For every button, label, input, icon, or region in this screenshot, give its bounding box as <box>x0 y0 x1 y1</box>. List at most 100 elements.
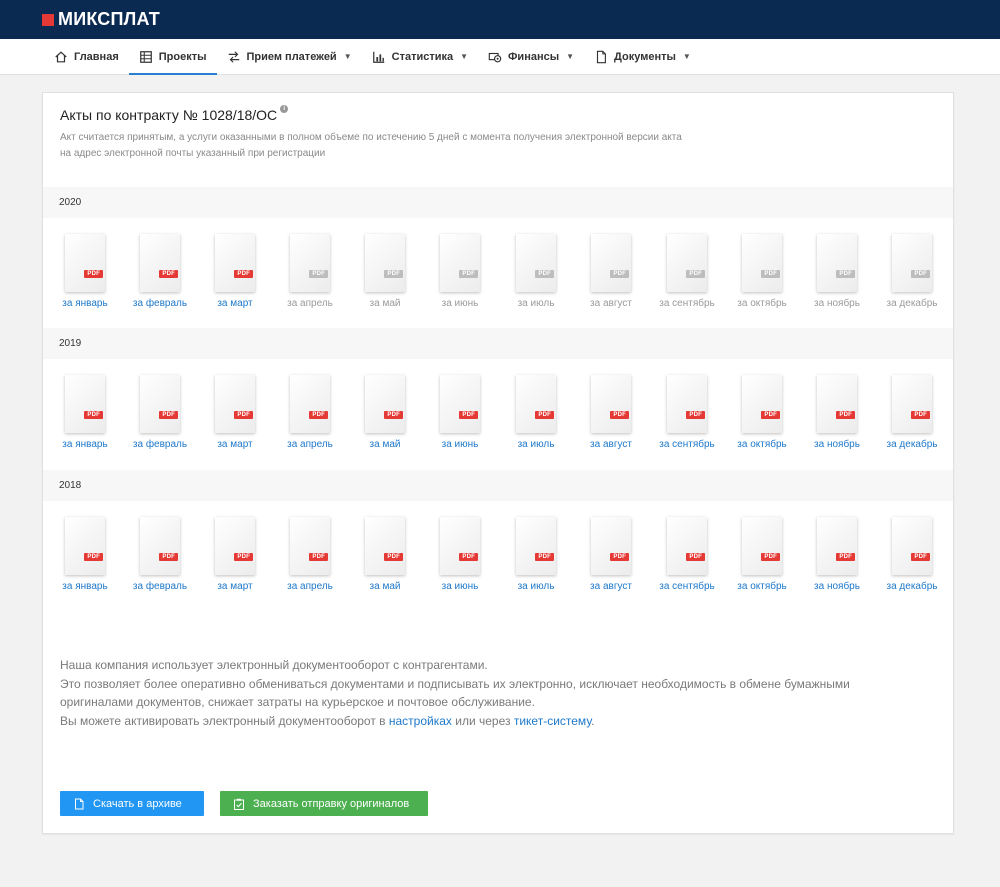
pdf-document-icon[interactable]: PDF <box>817 375 857 433</box>
pdf-document-icon[interactable]: PDF <box>742 375 782 433</box>
act-item[interactable]: PDF за октябрь <box>727 501 797 592</box>
act-item[interactable]: PDF за май <box>350 501 420 592</box>
act-link[interactable]: за январь <box>62 581 107 592</box>
pdf-document-icon[interactable]: PDF <box>65 517 105 575</box>
nav-item-home[interactable]: Главная <box>44 39 129 74</box>
act-link[interactable]: за май <box>370 439 401 450</box>
pdf-document-icon[interactable]: PDF <box>892 375 932 433</box>
act-link[interactable]: за октябрь <box>737 439 786 450</box>
act-link[interactable]: за ноябрь <box>814 439 860 450</box>
act-link[interactable]: за февраль <box>133 581 187 592</box>
act-link[interactable]: за февраль <box>133 298 187 309</box>
act-item[interactable]: PDF за октябрь <box>727 359 797 450</box>
pdf-document-icon[interactable]: PDF <box>140 234 180 292</box>
nav-item-payments[interactable]: Прием платежей ▼ <box>217 39 362 74</box>
logo[interactable]: МИКСПЛАТ <box>42 9 160 30</box>
pdf-document-icon[interactable]: PDF <box>591 517 631 575</box>
act-item[interactable]: PDF за январь <box>50 218 120 309</box>
act-item[interactable]: PDF за ноябрь <box>802 501 872 592</box>
pdf-document-icon[interactable]: PDF <box>440 517 480 575</box>
act-item[interactable]: PDF за ноябрь <box>802 359 872 450</box>
pdf-document-icon[interactable]: PDF <box>667 375 707 433</box>
pdf-document-icon[interactable]: PDF <box>65 375 105 433</box>
act-item[interactable]: PDF за январь <box>50 501 120 592</box>
act-link[interactable]: за сентябрь <box>659 581 715 592</box>
act-item[interactable]: PDF за декабрь <box>877 501 947 592</box>
nav-item-projects[interactable]: Проекты <box>128 39 217 75</box>
act-item[interactable]: PDF за июнь <box>425 501 495 592</box>
act-label: за октябрь <box>737 298 787 309</box>
pdf-badge: PDF <box>610 270 629 278</box>
act-item[interactable]: PDF за июль <box>501 359 571 450</box>
pdf-document-icon[interactable]: PDF <box>140 517 180 575</box>
pdf-document-icon[interactable]: PDF <box>591 375 631 433</box>
pdf-document-icon[interactable]: PDF <box>516 517 556 575</box>
act-link[interactable]: за май <box>370 581 401 592</box>
act-item[interactable]: PDF за апрель <box>275 359 345 450</box>
act-link[interactable]: за сентябрь <box>659 439 715 450</box>
act-item[interactable]: PDF за май <box>350 359 420 450</box>
info-icon[interactable]: i <box>280 105 289 113</box>
settings-link[interactable]: настройках <box>389 714 452 728</box>
pdf-document-icon[interactable]: PDF <box>290 375 330 433</box>
act-link[interactable]: за декабрь <box>887 439 938 450</box>
act-item[interactable]: PDF за декабрь <box>877 359 947 450</box>
pdf-badge: PDF <box>836 270 855 278</box>
act-link[interactable]: за июль <box>518 439 555 450</box>
nav-item-finance[interactable]: Финансы ▼ <box>478 39 584 74</box>
act-item[interactable]: PDF за март <box>200 359 270 450</box>
act-item: PDF за август <box>576 218 646 309</box>
act-item[interactable]: PDF за июнь <box>425 359 495 450</box>
act-item[interactable]: PDF за март <box>200 501 270 592</box>
act-item[interactable]: PDF за июль <box>501 501 571 592</box>
act-link[interactable]: за март <box>217 581 252 592</box>
act-item[interactable]: PDF за август <box>576 501 646 592</box>
act-link[interactable]: за октябрь <box>737 581 786 592</box>
act-link[interactable]: за ноябрь <box>814 581 860 592</box>
act-link[interactable]: за июль <box>518 581 555 592</box>
act-item[interactable]: PDF за апрель <box>275 501 345 592</box>
pdf-document-icon[interactable]: PDF <box>817 517 857 575</box>
act-link[interactable]: за март <box>217 298 252 309</box>
act-item[interactable]: PDF за февраль <box>125 501 195 592</box>
pdf-document-icon[interactable]: PDF <box>516 375 556 433</box>
ticket-system-link[interactable]: тикет-систему <box>514 714 591 728</box>
notice-line: Вы можете активировать электронный докум… <box>60 712 900 731</box>
act-link[interactable]: за апрель <box>287 581 333 592</box>
act-link[interactable]: за январь <box>62 298 107 309</box>
act-link[interactable]: за июнь <box>442 581 479 592</box>
pdf-document-icon[interactable]: PDF <box>742 517 782 575</box>
act-link[interactable]: за август <box>590 581 632 592</box>
nav-item-statistics[interactable]: Статистика ▼ <box>362 39 478 74</box>
act-link[interactable]: за август <box>590 439 632 450</box>
nav-item-documents[interactable]: Документы ▼ <box>584 39 701 74</box>
pdf-document-icon[interactable]: PDF <box>440 375 480 433</box>
pdf-document-icon[interactable]: PDF <box>892 517 932 575</box>
order-originals-button[interactable]: Заказать отправку оригиналов <box>220 791 428 816</box>
pdf-document-icon[interactable]: PDF <box>215 517 255 575</box>
pdf-document-icon[interactable]: PDF <box>365 375 405 433</box>
act-item[interactable]: PDF за февраль <box>125 218 195 309</box>
act-link[interactable]: за декабрь <box>887 581 938 592</box>
act-link[interactable]: за февраль <box>133 439 187 450</box>
act-link[interactable]: за март <box>217 439 252 450</box>
pdf-document-icon[interactable]: PDF <box>215 234 255 292</box>
pdf-document-icon[interactable]: PDF <box>140 375 180 433</box>
home-icon <box>54 50 68 64</box>
pdf-document-icon[interactable]: PDF <box>667 517 707 575</box>
act-link[interactable]: за апрель <box>287 439 333 450</box>
act-item[interactable]: PDF за август <box>576 359 646 450</box>
act-link[interactable]: за январь <box>62 439 107 450</box>
pdf-document-icon[interactable]: PDF <box>290 517 330 575</box>
pdf-document-icon[interactable]: PDF <box>65 234 105 292</box>
pdf-document-icon[interactable]: PDF <box>215 375 255 433</box>
pdf-document-icon[interactable]: PDF <box>365 517 405 575</box>
act-item[interactable]: PDF за февраль <box>125 359 195 450</box>
act-item[interactable]: PDF за март <box>200 218 270 309</box>
money-icon <box>488 50 502 64</box>
download-archive-button[interactable]: Скачать в архиве <box>60 791 204 816</box>
act-item[interactable]: PDF за январь <box>50 359 120 450</box>
act-item[interactable]: PDF за сентябрь <box>652 359 722 450</box>
act-item[interactable]: PDF за сентябрь <box>652 501 722 592</box>
act-link[interactable]: за июнь <box>442 439 479 450</box>
